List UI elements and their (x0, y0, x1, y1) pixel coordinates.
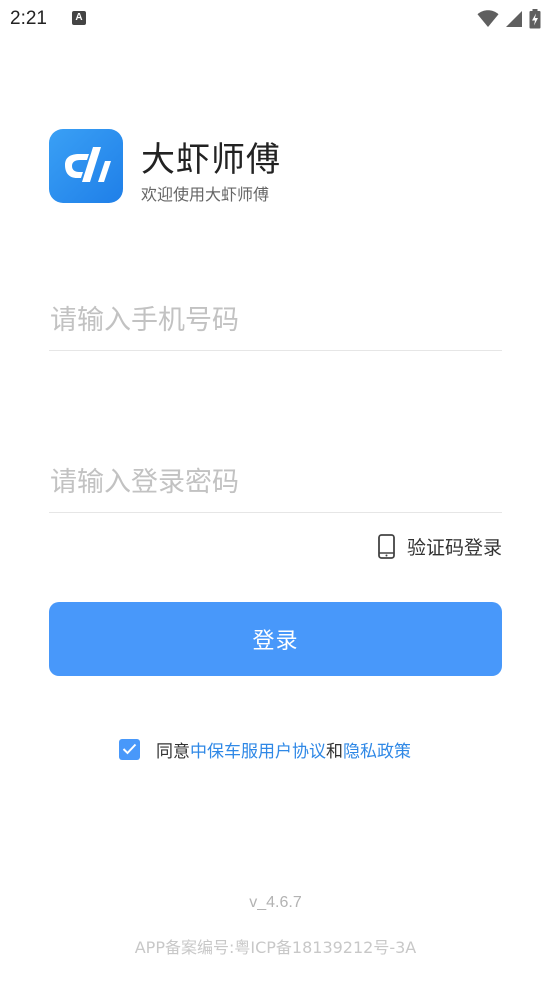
agreement-prefix: 同意 (156, 741, 190, 762)
status-bar: 2:21 A (0, 0, 551, 40)
wifi-icon (477, 10, 499, 28)
password-input[interactable] (49, 452, 502, 512)
app-name: 大虾师傅 (141, 140, 281, 180)
phone-field-container (49, 290, 502, 351)
dx-logo-icon (49, 129, 123, 203)
icp-record: APP备案编号:粤ICP备18139212号-3A (134, 938, 417, 957)
sms-login-label: 验证码登录 (406, 536, 502, 559)
phone-input[interactable] (49, 290, 502, 350)
agreement-checkbox[interactable] (119, 738, 140, 760)
status-time: 2:21 (10, 8, 47, 29)
version-label: v_4.6.7 (249, 894, 302, 911)
app-logo (49, 129, 123, 203)
agreement-conjunction: 和 (326, 741, 343, 762)
a-icon: A (72, 11, 86, 25)
agreement-row: 同意 中保车服用户协议 和 隐私政策 (119, 737, 411, 762)
privacy-policy-link[interactable]: 隐私政策 (343, 737, 411, 762)
app-subtitle: 欢迎使用大虾师傅 (141, 185, 270, 204)
user-agreement-link[interactable]: 中保车服用户协议 (190, 737, 326, 762)
phone-icon (378, 533, 395, 559)
password-field-container (49, 452, 502, 513)
signal-icon (506, 11, 522, 27)
check-icon (122, 743, 137, 755)
battery-charging-icon (529, 9, 541, 29)
status-icons (477, 8, 541, 30)
sms-login-link[interactable]: 验证码登录 (378, 533, 502, 559)
login-button[interactable]: 登录 (49, 602, 502, 676)
